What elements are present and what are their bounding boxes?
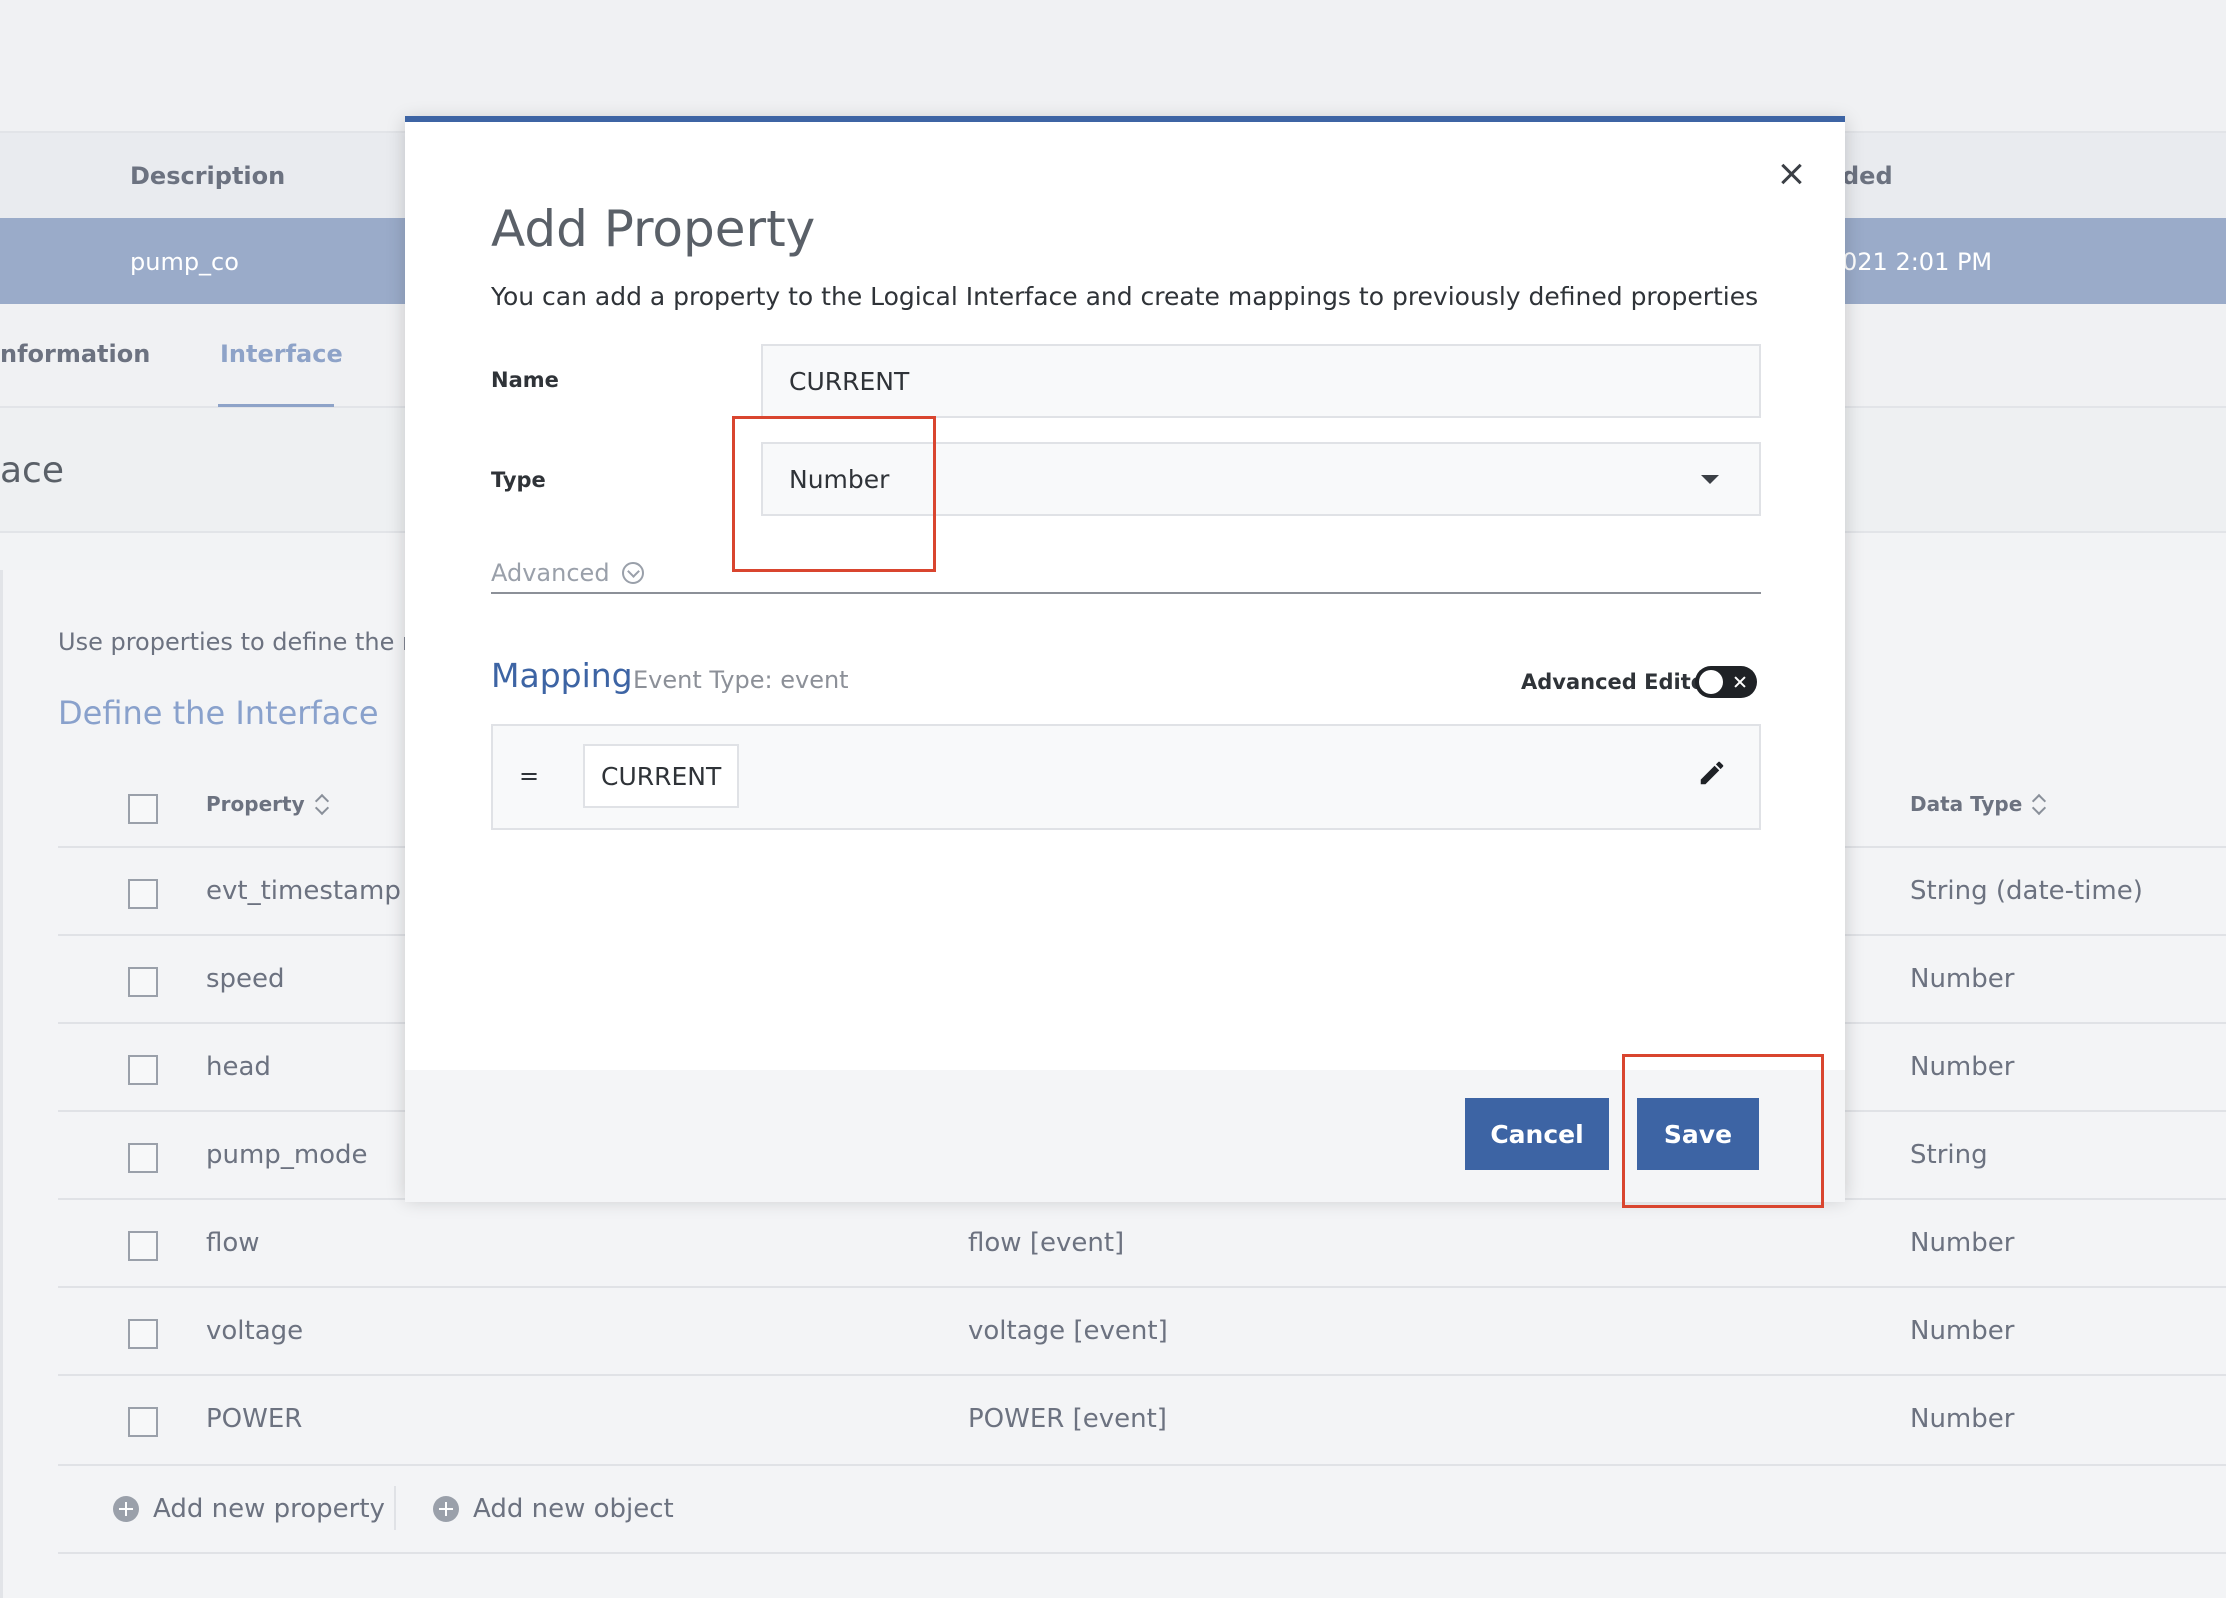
row-data-type: Number <box>1910 1316 2015 1346</box>
row-checkbox[interactable] <box>128 879 158 909</box>
add-circle-icon <box>113 1496 139 1522</box>
selected-row-description: pump_co <box>130 248 239 276</box>
name-label: Name <box>491 368 559 392</box>
add-new-property-label: Add new property <box>153 1494 385 1524</box>
row-property: flow <box>206 1228 260 1258</box>
caret-down-icon <box>1701 474 1719 484</box>
page-top-bar <box>0 0 2226 133</box>
column-header-property-label: Property <box>206 792 305 816</box>
column-header-data-type[interactable]: Data Type <box>1910 792 2046 816</box>
row-property: POWER <box>206 1404 303 1434</box>
tab-information[interactable]: nformation <box>0 340 150 368</box>
save-button[interactable]: Save <box>1637 1098 1759 1170</box>
chevron-circle-down-icon <box>621 562 644 584</box>
modal-subtitle: You can add a property to the Logical In… <box>491 282 1759 311</box>
modal-title: Add Property <box>491 200 816 258</box>
active-tab-indicator <box>218 404 334 407</box>
selected-row-date: 021 2:01 PM <box>1842 248 1993 276</box>
row-property: pump_mode <box>206 1140 368 1170</box>
row-data-type: Number <box>1910 964 2015 994</box>
mapping-title: Mapping <box>491 656 633 695</box>
section-title: ace <box>0 450 65 491</box>
row-mapping: voltage [event] <box>968 1316 1168 1346</box>
add-property-modal: Add Property You can add a property to t… <box>405 116 1845 1202</box>
row-checkbox[interactable] <box>128 1143 158 1173</box>
sort-icon[interactable] <box>315 792 329 816</box>
row-data-type: Number <box>1910 1404 2015 1434</box>
row-checkbox[interactable] <box>128 1407 158 1437</box>
toggle-x-icon <box>1733 675 1747 689</box>
mapping-event-type: Event Type: event <box>633 666 849 694</box>
row-checkbox[interactable] <box>128 967 158 997</box>
advanced-label: Advanced <box>491 559 610 587</box>
row-checkbox[interactable] <box>128 1231 158 1261</box>
cancel-button[interactable]: Cancel <box>1465 1098 1609 1170</box>
row-property: speed <box>206 964 285 994</box>
name-field[interactable] <box>761 344 1761 418</box>
add-new-object-label: Add new object <box>473 1494 674 1524</box>
advanced-editor-toggle[interactable] <box>1695 666 1757 698</box>
toggle-knob <box>1699 670 1723 694</box>
advanced-expander[interactable]: Advanced <box>491 554 1761 594</box>
add-new-property-button[interactable]: Add new property <box>113 1494 385 1524</box>
row-divider <box>58 1374 2226 1376</box>
sort-icon[interactable] <box>2032 792 2046 816</box>
add-actions-divider <box>394 1486 396 1530</box>
row-property: head <box>206 1052 271 1082</box>
select-all-checkbox[interactable] <box>128 794 158 824</box>
column-header-added[interactable]: ded <box>1842 162 1893 190</box>
mapping-token[interactable]: CURRENT <box>583 744 740 808</box>
type-label: Type <box>491 468 546 492</box>
define-interface-title: Define the Interface <box>58 694 379 732</box>
mapping-operator: = <box>519 762 540 790</box>
row-divider <box>58 1464 2226 1466</box>
row-data-type: Number <box>1910 1228 2015 1258</box>
tab-interface[interactable]: Interface <box>220 340 343 368</box>
row-data-type: String <box>1910 1140 1988 1170</box>
row-property: evt_timestamp <box>206 876 401 906</box>
modal-footer: Cancel Save <box>405 1070 1845 1202</box>
add-new-object-button[interactable]: Add new object <box>433 1494 674 1524</box>
column-header-property[interactable]: Property <box>206 792 329 816</box>
row-mapping: flow [event] <box>968 1228 1125 1258</box>
pencil-icon[interactable] <box>1697 758 1727 788</box>
advanced-editor-label: Advanced Editor <box>1521 670 1716 694</box>
add-circle-icon <box>433 1496 459 1522</box>
help-text: Use properties to define the ma <box>58 628 441 656</box>
type-select-value: Number <box>789 464 890 494</box>
column-header-data-type-label: Data Type <box>1910 792 2023 816</box>
row-property: voltage <box>206 1316 304 1346</box>
column-header-description[interactable]: Description <box>130 162 285 190</box>
row-checkbox[interactable] <box>128 1319 158 1349</box>
row-data-type: Number <box>1910 1052 2015 1082</box>
row-mapping: POWER [event] <box>968 1404 1167 1434</box>
close-icon[interactable] <box>1775 158 1807 190</box>
row-data-type: String (date-time) <box>1910 876 2143 906</box>
row-divider <box>58 1552 2226 1554</box>
type-select[interactable]: Number <box>761 442 1761 516</box>
row-checkbox[interactable] <box>128 1055 158 1085</box>
mapping-expression-box[interactable]: = CURRENT <box>491 724 1761 830</box>
row-divider <box>58 1286 2226 1288</box>
